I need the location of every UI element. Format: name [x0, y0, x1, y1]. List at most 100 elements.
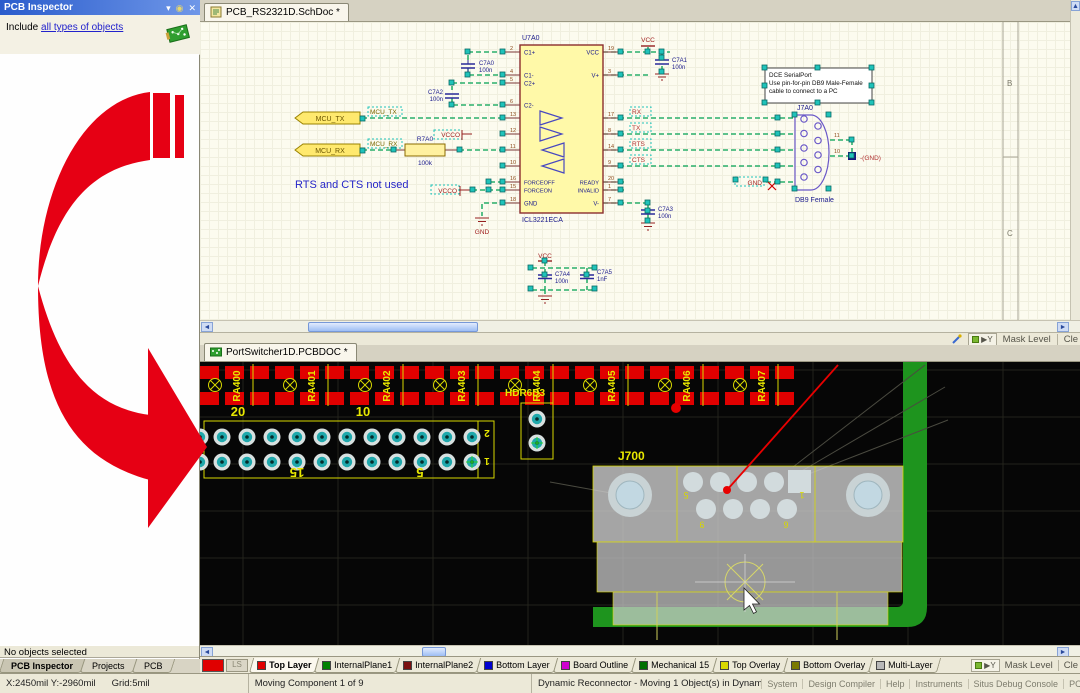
svg-text:C2+: C2+ — [524, 82, 536, 88]
layer-tab-board-outline[interactable]: Board Outline — [553, 658, 636, 673]
schematic-document-tab[interactable]: PCB_RS2321D.SchDoc * — [204, 3, 349, 21]
include-scope-link[interactable]: all types of objects — [41, 22, 123, 33]
pcb-button[interactable]: PCB — [1063, 679, 1080, 689]
svg-text:V-: V- — [593, 202, 599, 208]
svg-text:100k: 100k — [418, 160, 433, 167]
svg-text:1nF: 1nF — [597, 277, 608, 283]
layer-tab-top-overlay[interactable]: Top Overlay — [712, 658, 788, 673]
clear-button[interactable]: Cle — [1064, 334, 1078, 345]
sheet-border — [1003, 22, 1018, 320]
mask-level-button[interactable]: Mask Level — [1005, 660, 1053, 671]
svg-text:C7A0: C7A0 — [479, 61, 495, 67]
dock-tab-projects[interactable]: Projects — [80, 659, 137, 673]
schematic-tab-label: PCB_RS2321D.SchDoc * — [226, 7, 340, 18]
svg-text:18: 18 — [510, 197, 516, 203]
db9-refdes: J7A0 — [797, 105, 813, 112]
layer-set-box[interactable]: LS — [226, 659, 248, 672]
svg-text:8: 8 — [608, 128, 611, 134]
svg-text:C7A1: C7A1 — [672, 58, 688, 64]
dock-tab-pcb[interactable]: PCB — [131, 659, 174, 673]
svg-text:C2-: C2- — [524, 104, 534, 110]
svg-text:V+: V+ — [591, 74, 599, 80]
layer-tab-bottom-layer[interactable]: Bottom Layer — [476, 658, 558, 673]
statusbar-buttons: System Design Compiler Help Instruments … — [761, 674, 1080, 693]
decoupling-cluster[interactable]: VCC C7A4 100n C7A5 1nF — [538, 253, 613, 303]
scroll-left-icon[interactable]: ◄ — [201, 322, 213, 332]
svg-text:100n: 100n — [479, 68, 492, 74]
power-vcc-top[interactable]: VCC — [641, 37, 655, 46]
svg-text:13: 13 — [510, 112, 516, 118]
svg-text:READY: READY — [580, 181, 600, 187]
filter-widget[interactable]: ▶Y — [968, 333, 997, 346]
ic-symbol[interactable]: U7A0 ICL3221ECA C1+ C1- C2+ C2- FORCEOFF… — [505, 35, 618, 224]
db9-connector-symbol[interactable] — [795, 115, 829, 190]
sheet-zone-label: C — [1007, 229, 1013, 238]
svg-text:C7A2: C7A2 — [428, 90, 444, 96]
schematic-vscrollbar[interactable]: ▲ — [1070, 0, 1080, 320]
db9-pin10: 10 — [834, 149, 840, 155]
layer-tab-internalplane2[interactable]: InternalPlane2 — [395, 658, 481, 673]
svg-text:RA403: RA403 — [457, 370, 468, 402]
note-textframe[interactable]: DCE SerialPort Use pin-for-pin DB9 Male-… — [765, 68, 872, 103]
situs-debug-console-button[interactable]: Situs Debug Console — [968, 679, 1064, 689]
scroll-thumb[interactable] — [308, 322, 478, 332]
panel-close-icon[interactable]: ✕ — [188, 3, 196, 13]
hdr6d3-label: HDR6D3 — [505, 388, 545, 399]
grid-setting: Grid:5mil — [112, 678, 150, 689]
svg-text:2: 2 — [484, 427, 490, 438]
layer-tab-bar: LS Top Layer InternalPlane1 InternalPlan… — [200, 656, 1080, 673]
pcb-editor-panel: PortSwitcher1D.PCBDOC * — [200, 345, 1080, 673]
svg-text:15: 15 — [290, 465, 304, 480]
scroll-up-icon[interactable]: ▲ — [1071, 1, 1080, 11]
help-button[interactable]: Help — [880, 679, 910, 689]
pcb-document-tab[interactable]: PortSwitcher1D.PCBDOC * — [204, 343, 357, 361]
svg-text:MCU_TX: MCU_TX — [370, 109, 397, 116]
dock-tab-pcb-inspector[interactable]: PCB Inspector — [0, 659, 85, 673]
layer-tab-multi-layer[interactable]: Multi-Layer — [868, 658, 941, 673]
layer-tab-internalplane1[interactable]: InternalPlane1 — [314, 658, 400, 673]
layer-tab-mechanical15[interactable]: Mechanical 15 — [631, 658, 717, 673]
application-window: PCB Inspector ▾ ◉ ✕ Include all types of… — [0, 0, 1080, 693]
svg-text:RA406: RA406 — [682, 370, 693, 402]
svg-text:7: 7 — [608, 197, 611, 203]
capacitor-c7a2[interactable]: C7A2 100n — [428, 90, 459, 103]
pcb-inspector-panel: PCB Inspector ▾ ◉ ✕ Include all types of… — [0, 0, 200, 55]
clear-button[interactable]: Cle — [1064, 660, 1078, 671]
layer-tab-top-layer[interactable]: Top Layer — [249, 658, 320, 673]
svg-text:6: 6 — [510, 99, 513, 105]
panel-menu-icon[interactable]: ▾ — [166, 3, 171, 13]
svg-text:4: 4 — [510, 69, 513, 75]
svg-text:3: 3 — [608, 69, 611, 75]
sheet-zone-label: B — [1007, 79, 1012, 88]
system-button[interactable]: System — [761, 679, 802, 689]
port-mcu-tx[interactable]: MCU_TX — [295, 112, 365, 124]
status-bar: X:2450mil Y:-2960mil Grid:5mil Moving Co… — [0, 673, 1080, 693]
svg-text:GND: GND — [475, 229, 490, 236]
port-mcu-rx[interactable]: MCU_RX — [295, 144, 365, 156]
left-dock: PCB Inspector ▾ ◉ ✕ Include all types of… — [0, 0, 200, 673]
ic-refdes: U7A0 — [522, 35, 540, 42]
svg-text:VCC: VCC — [586, 51, 599, 57]
svg-text:RTS: RTS — [632, 141, 646, 148]
annotation-text: RTS and CTS not used — [295, 179, 409, 191]
layer-tab-bottom-overlay[interactable]: Bottom Overlay — [783, 658, 873, 673]
filter-widget[interactable]: ▶Y — [971, 659, 1000, 672]
instruments-button[interactable]: Instruments — [909, 679, 967, 689]
mask-level-button[interactable]: Mask Level — [1003, 334, 1051, 345]
svg-text:17: 17 — [608, 112, 614, 118]
schematic-hscrollbar[interactable]: ◄ ► — [200, 320, 1080, 332]
panel-pin-icon[interactable]: ◉ — [176, 3, 184, 13]
schematic-canvas[interactable]: B C — [200, 22, 1080, 320]
svg-text:10: 10 — [510, 160, 516, 166]
pcb-canvas[interactable]: RA400 RA401 RA402 RA403 RA404 RA405 RA40… — [200, 362, 1080, 645]
resistor-symbol[interactable]: R7A0 100k — [396, 136, 459, 167]
dock-tab-bar: PCB Inspector Projects PCB — [0, 659, 201, 673]
design-compiler-button[interactable]: Design Compiler — [802, 679, 880, 689]
pcb-inspector-titlebar[interactable]: PCB Inspector ▾ ◉ ✕ — [0, 0, 200, 15]
svg-text:RX: RX — [632, 109, 642, 116]
wizard-icon[interactable] — [952, 334, 962, 344]
scroll-right-icon[interactable]: ► — [1057, 322, 1069, 332]
current-layer-swatch[interactable] — [202, 659, 224, 672]
filter-dot-icon — [972, 336, 979, 343]
svg-text:DCE SerialPort: DCE SerialPort — [769, 72, 812, 79]
